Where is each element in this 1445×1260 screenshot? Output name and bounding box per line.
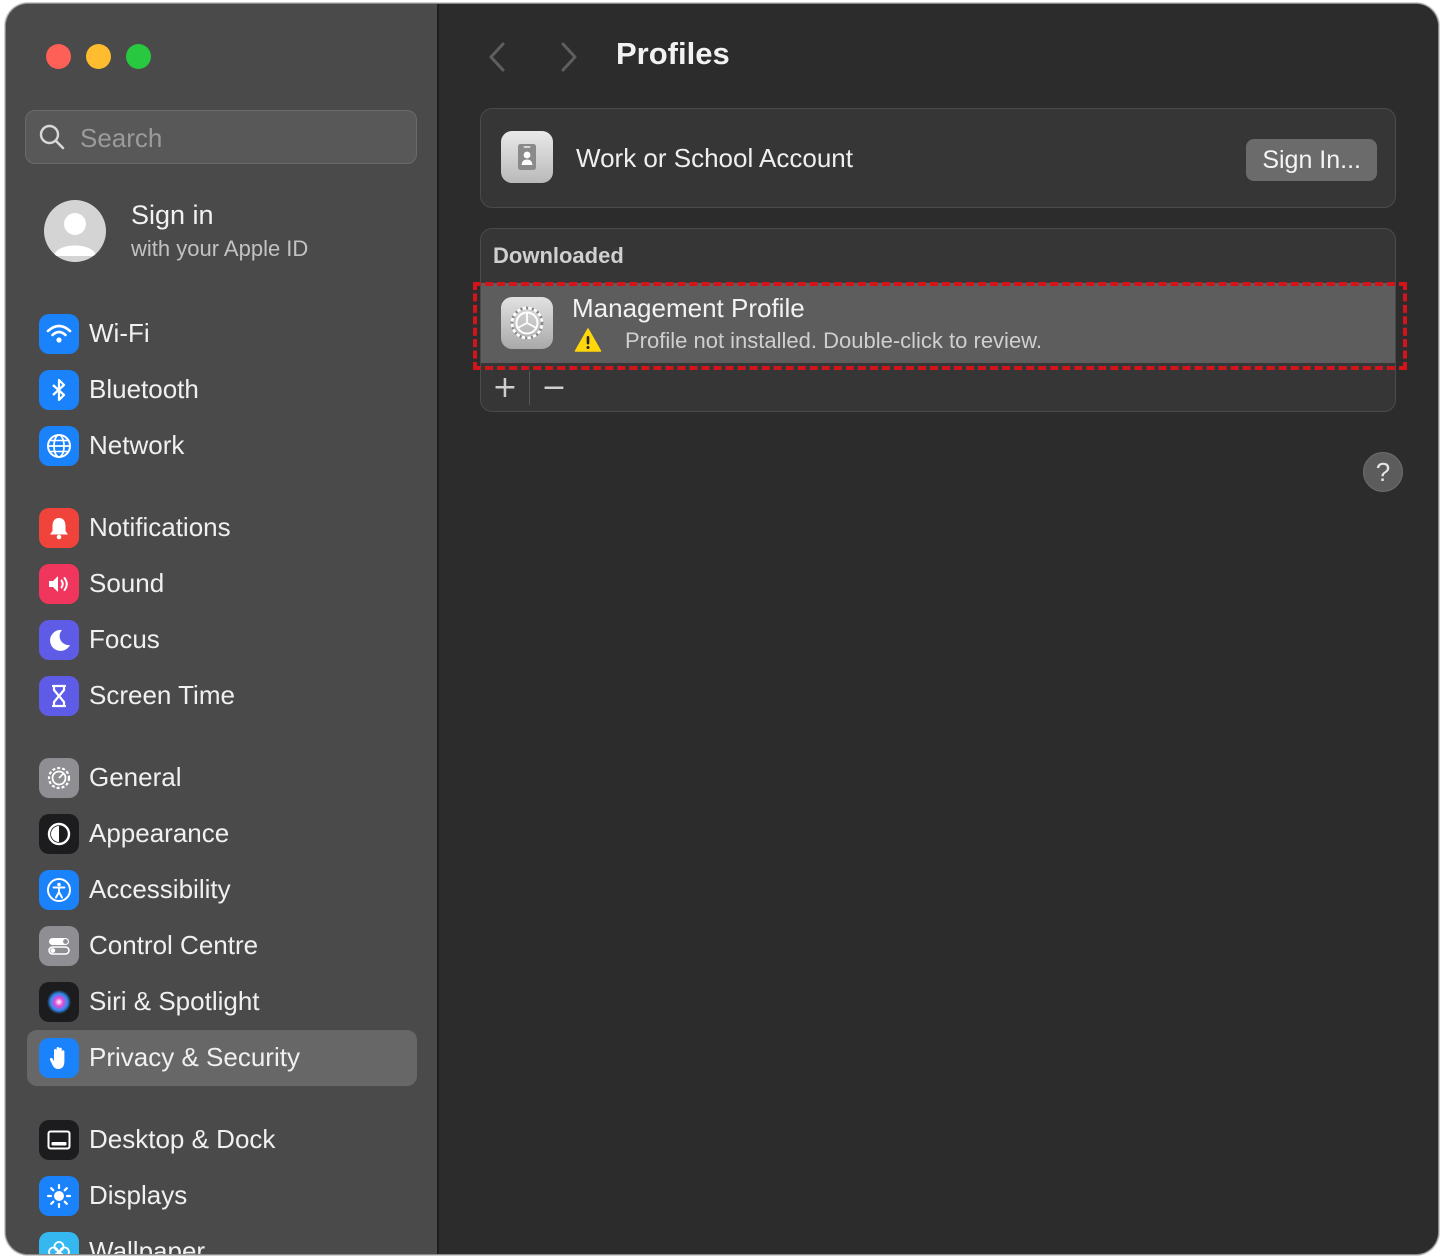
appearance-icon (39, 814, 79, 854)
sidebar-item-screen-time[interactable]: Screen Time (27, 668, 417, 724)
profile-status: Profile not installed. Double-click to r… (625, 328, 1042, 353)
sidebar-item-network[interactable]: Network (27, 418, 417, 474)
bell-icon (39, 508, 79, 548)
sidebar-item-label: Appearance (89, 818, 230, 848)
main-content: Profiles Work or School Account Sign In.… (439, 4, 1438, 1254)
sidebar: Sign in with your Apple ID Wi-Fi Bluetoo… (6, 4, 439, 1254)
sign-in-button[interactable]: Sign In... (1246, 139, 1377, 181)
siri-icon (39, 982, 79, 1022)
avatar (44, 200, 106, 262)
sidebar-item-label: Focus (89, 624, 160, 654)
sidebar-item-label: Screen Time (89, 680, 235, 710)
sidebar-item-label: Wi-Fi (89, 318, 150, 348)
flower-icon (39, 1232, 79, 1254)
sidebar-item-label: Notifications (89, 512, 231, 542)
sidebar-item-control-centre[interactable]: Control Centre (27, 918, 417, 974)
sidebar-item-wallpaper[interactable]: Wallpaper (27, 1224, 417, 1254)
id-badge-icon (501, 131, 553, 183)
search-field[interactable] (25, 110, 417, 165)
account-title: Sign in (131, 200, 214, 230)
remove-profile-button[interactable]: − (532, 367, 576, 409)
sidebar-item-bluetooth[interactable]: Bluetooth (27, 362, 417, 418)
downloaded-profiles-card: Downloaded Management Profile Profile no… (480, 228, 1396, 412)
account-subtitle: with your Apple ID (131, 236, 309, 261)
gear-icon (39, 758, 79, 798)
sidebar-item-privacy-security[interactable]: Privacy & Security (27, 1030, 417, 1086)
settings-gear-icon (501, 297, 553, 349)
sidebar-item-accessibility[interactable]: Accessibility (27, 862, 417, 918)
profile-row-management[interactable]: Management Profile Profile not installed… (481, 283, 1395, 363)
sidebar-item-sound[interactable]: Sound (27, 556, 417, 612)
close-window-button[interactable] (46, 44, 71, 69)
person-icon (54, 213, 96, 256)
apple-id-sign-in[interactable]: Sign in with your Apple ID (42, 196, 412, 272)
button-divider (529, 371, 530, 405)
settings-window: Sign in with your Apple ID Wi-Fi Bluetoo… (6, 4, 1438, 1254)
sidebar-item-label: General (89, 762, 182, 792)
page-title: Profiles (616, 36, 730, 71)
sidebar-item-desktop-dock[interactable]: Desktop & Dock (27, 1112, 417, 1168)
bluetooth-icon (39, 370, 79, 410)
minimize-window-button[interactable] (86, 44, 111, 69)
help-button[interactable]: ? (1363, 452, 1403, 492)
sidebar-item-label: Desktop & Dock (89, 1124, 276, 1154)
toggles-icon (39, 926, 79, 966)
search-input[interactable] (78, 111, 402, 165)
sidebar-item-label: Control Centre (89, 930, 259, 960)
profile-name: Management Profile (572, 293, 805, 323)
maximize-window-button[interactable] (126, 44, 151, 69)
sidebar-item-wifi[interactable]: Wi-Fi (27, 306, 417, 362)
work-account-label: Work or School Account (576, 143, 853, 173)
sidebar-item-label: Privacy & Security (89, 1042, 300, 1072)
globe-icon (39, 426, 79, 466)
work-account-card: Work or School Account Sign In... (480, 108, 1396, 208)
sidebar-item-label: Network (89, 430, 185, 460)
forward-button[interactable] (553, 38, 583, 76)
warning-icon (574, 328, 602, 352)
sidebar-item-general[interactable]: General (27, 750, 417, 806)
sidebar-item-label: Sound (89, 568, 165, 598)
speaker-icon (39, 564, 79, 604)
dock-icon (39, 1120, 79, 1160)
moon-icon (39, 620, 79, 660)
search-icon (39, 124, 65, 150)
add-profile-button[interactable]: + (483, 367, 527, 409)
wifi-icon (39, 314, 79, 354)
sidebar-item-label: Accessibility (89, 874, 231, 904)
sidebar-item-appearance[interactable]: Appearance (27, 806, 417, 862)
back-button[interactable] (483, 38, 513, 76)
sidebar-item-label: Wallpaper (89, 1236, 206, 1254)
sidebar-item-label: Bluetooth (89, 374, 199, 404)
sidebar-item-notifications[interactable]: Notifications (27, 500, 417, 556)
sidebar-item-label: Siri & Spotlight (89, 986, 260, 1016)
accessibility-icon (39, 870, 79, 910)
hourglass-icon (39, 676, 79, 716)
sidebar-item-siri-spotlight[interactable]: Siri & Spotlight (27, 974, 417, 1030)
sidebar-item-displays[interactable]: Displays (27, 1168, 417, 1224)
sidebar-item-focus[interactable]: Focus (27, 612, 417, 668)
hand-icon (39, 1038, 79, 1078)
section-label-downloaded: Downloaded (493, 243, 624, 268)
sun-icon (39, 1176, 79, 1216)
sidebar-item-label: Displays (89, 1180, 188, 1210)
